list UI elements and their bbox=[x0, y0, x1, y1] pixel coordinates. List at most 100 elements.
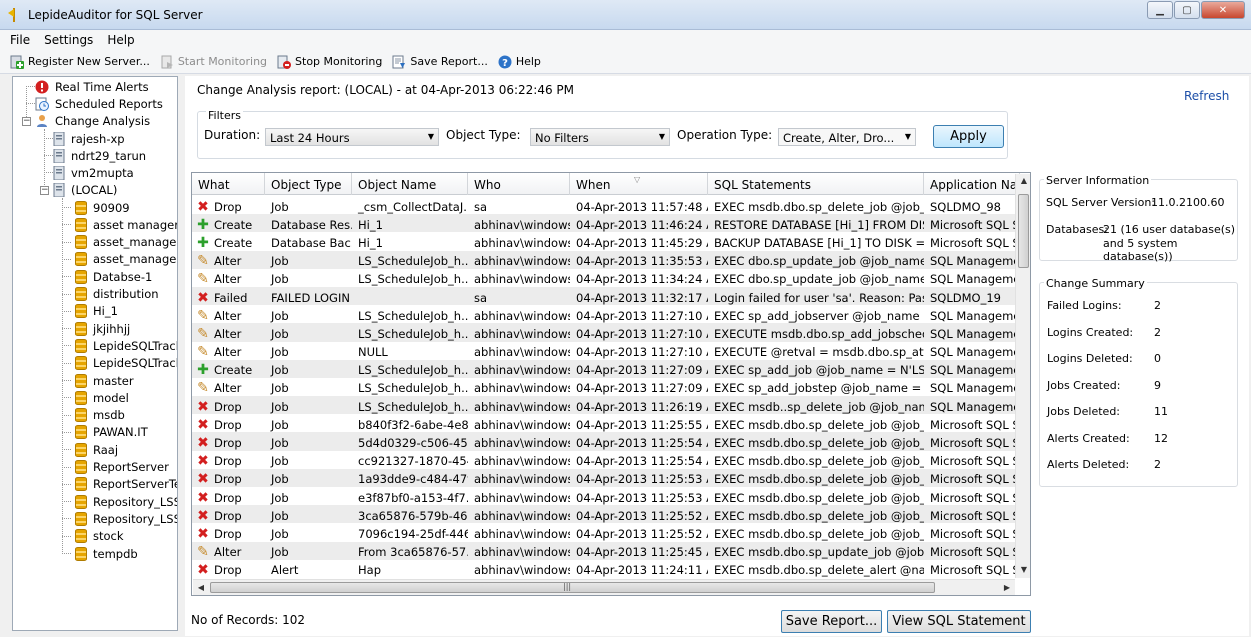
column-header-object-type[interactable]: Object Type bbox=[265, 173, 352, 195]
tree-item-change-analysis[interactable]: Change Analysis bbox=[35, 112, 150, 129]
database-icon bbox=[75, 356, 87, 371]
apply-button[interactable]: Apply bbox=[933, 125, 1004, 148]
scroll-down-icon[interactable]: ▼ bbox=[1016, 565, 1030, 574]
refresh-link[interactable]: Refresh bbox=[1184, 89, 1229, 103]
tree-item-label: Hi_1 bbox=[93, 304, 118, 319]
table-row[interactable]: ✖ Drop Job 3ca65876-579b-46... abhinav\windo… bbox=[192, 505, 1020, 524]
menu-help[interactable]: Help bbox=[107, 33, 134, 47]
database-icon bbox=[75, 373, 87, 388]
alter-icon: ✎ bbox=[197, 271, 209, 287]
cell-what: ✚ Create bbox=[192, 232, 265, 250]
table-row[interactable]: ✎ Alter Job LS_ScheduleJob_h... abhinav\wind… bbox=[192, 323, 1020, 342]
menu-file[interactable]: File bbox=[10, 33, 30, 47]
cell-who-text: abhinav\windows bbox=[474, 417, 570, 432]
cell-who: abhinav\windows bbox=[468, 505, 570, 523]
table-row[interactable]: ✖ Drop Job _csm_CollectDataJ... sa 04-Apr-201… bbox=[192, 196, 1020, 214]
maximize-button[interactable]: ▢ bbox=[1174, 1, 1200, 19]
table-row[interactable]: ✚ Create Database Bac... Hi_1 abhinav\window… bbox=[192, 232, 1020, 250]
tree-item-database[interactable]: Databse-1 bbox=[75, 268, 152, 285]
table-row[interactable]: ✚ Create Database Res... Hi_1 abhinav\window… bbox=[192, 214, 1020, 233]
column-header-when[interactable]: When ▽ bbox=[570, 173, 708, 195]
cell-sql: EXEC msdb.dbo.sp_delete_job @job_n... bbox=[708, 196, 924, 214]
tree-item-real-time-alerts[interactable]: Real Time Alerts bbox=[35, 78, 149, 95]
table-row[interactable]: ✎ Alter Job LS_ScheduleJob_h... abhinav\wind… bbox=[192, 378, 1020, 396]
column-header-what[interactable]: What bbox=[192, 173, 265, 195]
table-row[interactable]: ✖ Drop Job b840f3f2-6abe-4e8... abhinav\wind… bbox=[192, 414, 1020, 432]
tree-item-database[interactable]: jkjihhjj bbox=[75, 320, 130, 337]
tree-item-database[interactable]: stock bbox=[75, 528, 124, 545]
stop-monitoring-button[interactable]: Stop Monitoring bbox=[277, 55, 382, 69]
column-header-sql[interactable]: SQL Statements bbox=[708, 173, 924, 195]
tree-item-database[interactable]: LepideSQLTrack bbox=[75, 337, 177, 354]
table-row[interactable]: ✖ Drop Alert Hap abhinav\windows 04-Apr-2013 … bbox=[192, 560, 1020, 578]
table-row[interactable]: ✚ Create Job LS_ScheduleJob_h... abhinav\win… bbox=[192, 359, 1020, 378]
close-button[interactable]: ✕ bbox=[1201, 1, 1245, 19]
collapse-toggle[interactable]: − bbox=[40, 186, 49, 195]
scroll-left-icon[interactable]: ◀ bbox=[193, 583, 209, 592]
tree-item-database[interactable]: ReportServer bbox=[75, 459, 169, 476]
tree-item-database[interactable]: tempdb bbox=[75, 545, 138, 562]
column-header-who[interactable]: Who bbox=[468, 173, 570, 195]
summary-label: Logins Deleted: bbox=[1047, 352, 1133, 365]
save-report-button[interactable]: Save Report... bbox=[392, 55, 488, 69]
cell-what: ✖ Drop bbox=[192, 432, 265, 450]
tree-item-database[interactable]: PAWAN.IT bbox=[75, 424, 148, 441]
help-icon: ? bbox=[498, 55, 512, 69]
object-type-select[interactable]: No Filters ▼ bbox=[530, 128, 670, 146]
horizontal-scroll-thumb[interactable]: ||| bbox=[210, 582, 935, 593]
table-row[interactable]: ✎ Alter Job LS_ScheduleJob_h... abhinav\wind… bbox=[192, 250, 1020, 269]
table-row[interactable]: ✎ Alter Job NULL abhinav\windows 04-Apr-2013 … bbox=[192, 342, 1020, 360]
table-row[interactable]: ✎ Alter Job From 3ca65876-57... abhinav\wind… bbox=[192, 541, 1020, 560]
tree-item-database[interactable]: 90909 bbox=[75, 199, 130, 216]
column-header-object-name[interactable]: Object Name bbox=[352, 173, 468, 195]
tree-item-database[interactable]: Hi_1 bbox=[75, 303, 118, 320]
cell-sql-text: EXEC sp_add_jobstep @job_name = N'... bbox=[714, 381, 924, 396]
register-server-button[interactable]: Register New Server... bbox=[10, 55, 150, 69]
column-header-application[interactable]: Application Nam bbox=[924, 173, 1020, 195]
vertical-scroll-thumb[interactable] bbox=[1018, 194, 1029, 268]
table-row[interactable]: ✖ Drop Job 7096c194-25df-446... abhinav\wind… bbox=[192, 523, 1020, 541]
duration-select[interactable]: Last 24 Hours ▼ bbox=[265, 128, 439, 146]
table-row[interactable]: ✖ Drop Job 5d4d0329-c506-45... abhinav\windo… bbox=[192, 432, 1020, 451]
tree-item-database[interactable]: master bbox=[75, 372, 134, 389]
tree-item-database[interactable]: ReportServerTer bbox=[75, 476, 178, 493]
table-row[interactable]: ✖ Drop Job e3f87bf0-a153-4f7... abhinav\wind… bbox=[192, 487, 1020, 505]
tree-item-server-local[interactable]: (LOCAL) bbox=[53, 181, 117, 198]
scroll-up-icon[interactable]: ▲ bbox=[1016, 176, 1030, 185]
table-row[interactable]: ✖ Drop Job cc921327-1870-454... abhinav\wind… bbox=[192, 451, 1020, 469]
cell-what-text: Drop bbox=[214, 454, 242, 469]
start-monitoring-button[interactable]: Start Monitoring bbox=[160, 55, 267, 69]
horizontal-scrollbar[interactable]: ◀ ||| ▶ bbox=[193, 579, 1015, 595]
menu-settings[interactable]: Settings bbox=[44, 33, 93, 47]
tree-item-database[interactable]: Repository_LSSN bbox=[75, 493, 177, 510]
tree-item-server[interactable]: rajesh-xp bbox=[53, 130, 125, 147]
tree-item-database[interactable]: asset_manager bbox=[75, 234, 177, 251]
vertical-scrollbar[interactable]: ▲ ▼ bbox=[1015, 174, 1030, 578]
tree-item-database[interactable]: Raaj bbox=[75, 441, 118, 458]
table-row[interactable]: ✎ Alter Job LS_ScheduleJob_h... abhinav\wind… bbox=[192, 269, 1020, 287]
table-row[interactable]: ✎ Alter Job LS_ScheduleJob_h... abhinav\wind… bbox=[192, 305, 1020, 323]
tree-item-label: ReportServerTer bbox=[93, 477, 178, 492]
table-row[interactable]: ✖ Drop Job LS_ScheduleJob_h... abhinav\windo… bbox=[192, 396, 1020, 415]
minimize-button[interactable]: ▁ bbox=[1147, 1, 1173, 19]
tree-item-database[interactable]: LepideSQLTrack bbox=[75, 355, 177, 372]
help-button[interactable]: ? Help bbox=[498, 55, 541, 69]
alert-icon bbox=[35, 80, 49, 93]
save-report-bottom-button[interactable]: Save Report... bbox=[781, 610, 882, 633]
tree-item-scheduled-reports[interactable]: Scheduled Reports bbox=[35, 95, 163, 112]
tree-item-server[interactable]: ndrt29_tarun bbox=[53, 147, 146, 164]
scroll-right-icon[interactable]: ▶ bbox=[999, 583, 1015, 592]
alter-icon: ✎ bbox=[197, 544, 209, 560]
collapse-toggle[interactable]: − bbox=[22, 117, 31, 126]
tree-item-database[interactable]: Repository_LSSN bbox=[75, 510, 177, 527]
tree-item-database[interactable]: model bbox=[75, 389, 129, 406]
tree-item-database[interactable]: asset_manager_ bbox=[75, 251, 177, 268]
tree-item-server[interactable]: vm2mupta bbox=[53, 164, 134, 181]
tree-item-database[interactable]: asset manager bbox=[75, 216, 177, 233]
view-sql-statement-button[interactable]: View SQL Statement bbox=[887, 610, 1031, 633]
operation-type-select[interactable]: Create, Alter, Dro... ▼ bbox=[778, 128, 916, 146]
tree-item-database[interactable]: msdb bbox=[75, 407, 125, 424]
table-row[interactable]: ✖ Drop Job 1a93dde9-c484-47f... abhinav\wind… bbox=[192, 468, 1020, 487]
table-row[interactable]: ✖ Failed FAILED LOGIN sa 04-Apr-2013 11:32:1… bbox=[192, 286, 1020, 306]
tree-item-database[interactable]: distribution bbox=[75, 286, 159, 303]
